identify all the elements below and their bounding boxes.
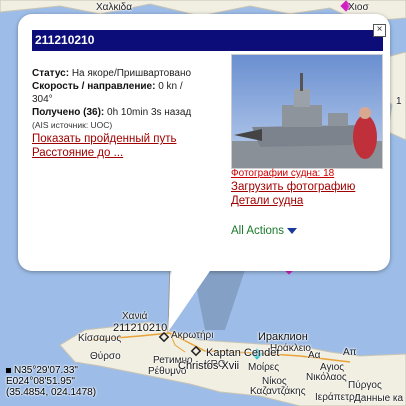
map-data-credit[interactable]: Данные ка xyxy=(354,393,403,404)
map-label-aa: Αα xyxy=(308,350,321,361)
map-label-right-num: 1 xyxy=(396,96,402,107)
coordinate-readout: N35°29'07.33" E024°08'51.95" (35.4854, 0… xyxy=(6,365,96,398)
coordinate-decimal: (35.4854, 024.1478) xyxy=(6,387,97,398)
vessel-info: Статус: На якоре/Пришвартовано Скорость … xyxy=(32,67,232,160)
speed-label: Скорость / направление: xyxy=(32,81,156,92)
map-label-kissamos: Κίσσαμος xyxy=(78,333,122,344)
map-label-chalkida: Χαλκιδα xyxy=(96,2,133,13)
map-label-ourso: Θύρσο xyxy=(90,351,121,362)
vessel-photo[interactable] xyxy=(231,54,383,169)
all-actions-label: All Actions xyxy=(231,225,285,237)
close-icon[interactable]: × xyxy=(373,24,386,37)
received-value: 0h 10min 3s назад xyxy=(107,107,192,118)
popup-title: 211210210 xyxy=(32,30,383,51)
map-label-heraklion: Ираклион xyxy=(258,331,308,343)
photo-links: Фотографии судна: 18 Загрузить фотографи… xyxy=(231,167,386,208)
received-label: Получено (36): xyxy=(32,107,105,118)
map-label-akrotiri: Ακρωτήρι xyxy=(171,330,214,341)
chevron-down-icon xyxy=(287,227,298,234)
status-label: Статус: xyxy=(32,68,70,79)
map-label-pyrgos: Πύργος xyxy=(348,380,382,391)
show-track-link[interactable]: Показать пройденный путь xyxy=(32,132,232,146)
map-label-kaptan: Kaptan Cendet xyxy=(206,347,280,359)
map-label-kazantzakis: Καζαντζάκης xyxy=(250,386,306,397)
ais-source: (AIS источник: UOC) xyxy=(32,120,113,130)
status-row: Статус: На якоре/Пришвартовано xyxy=(32,67,232,80)
status-value: На якоре/Пришвартовано xyxy=(71,68,192,79)
map-label-apanosifis: Απ xyxy=(343,347,357,358)
map-label-mires: Μοίρες xyxy=(248,362,280,373)
received-row: Получено (36): 0h 10min 3s назад xyxy=(32,106,232,119)
map-label-nikolaos: Νικόλαος xyxy=(306,372,347,383)
all-actions-dropdown[interactable]: All Actions xyxy=(231,225,298,237)
coordinate-marker-icon xyxy=(6,367,11,373)
map-label-christos: Christos Xvii xyxy=(178,360,240,372)
ship-photo-image xyxy=(232,55,382,168)
vessel-details-link[interactable]: Детали судна xyxy=(231,194,386,208)
coordinate-lat: N35°29'07.33" xyxy=(14,365,78,376)
coordinate-lon: E024°08'51.95" xyxy=(6,376,75,387)
speed-value: 0 kn / xyxy=(158,81,183,92)
upload-photo-link[interactable]: Загрузить фотографию xyxy=(231,180,386,194)
photo-count-link[interactable]: Фотографии судна: 18 xyxy=(231,167,386,180)
speed-row: Скорость / направление: 0 kn / xyxy=(32,80,232,93)
course-value: 304° xyxy=(32,94,53,105)
map-label-chania: Χανιά xyxy=(122,311,148,322)
distance-link[interactable]: Расстояние до ... xyxy=(32,146,232,160)
map-label-chios: Χιοσ xyxy=(348,2,369,13)
